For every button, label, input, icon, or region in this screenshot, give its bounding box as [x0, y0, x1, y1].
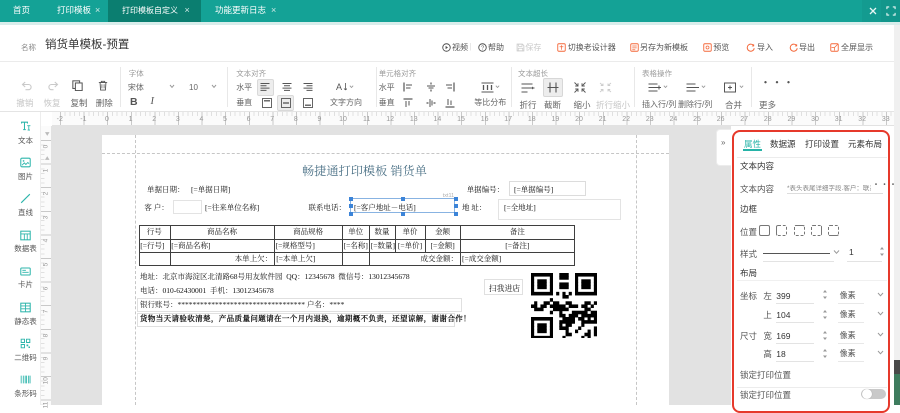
svg-text:A: A — [336, 82, 342, 92]
svg-text:?: ? — [481, 45, 484, 51]
